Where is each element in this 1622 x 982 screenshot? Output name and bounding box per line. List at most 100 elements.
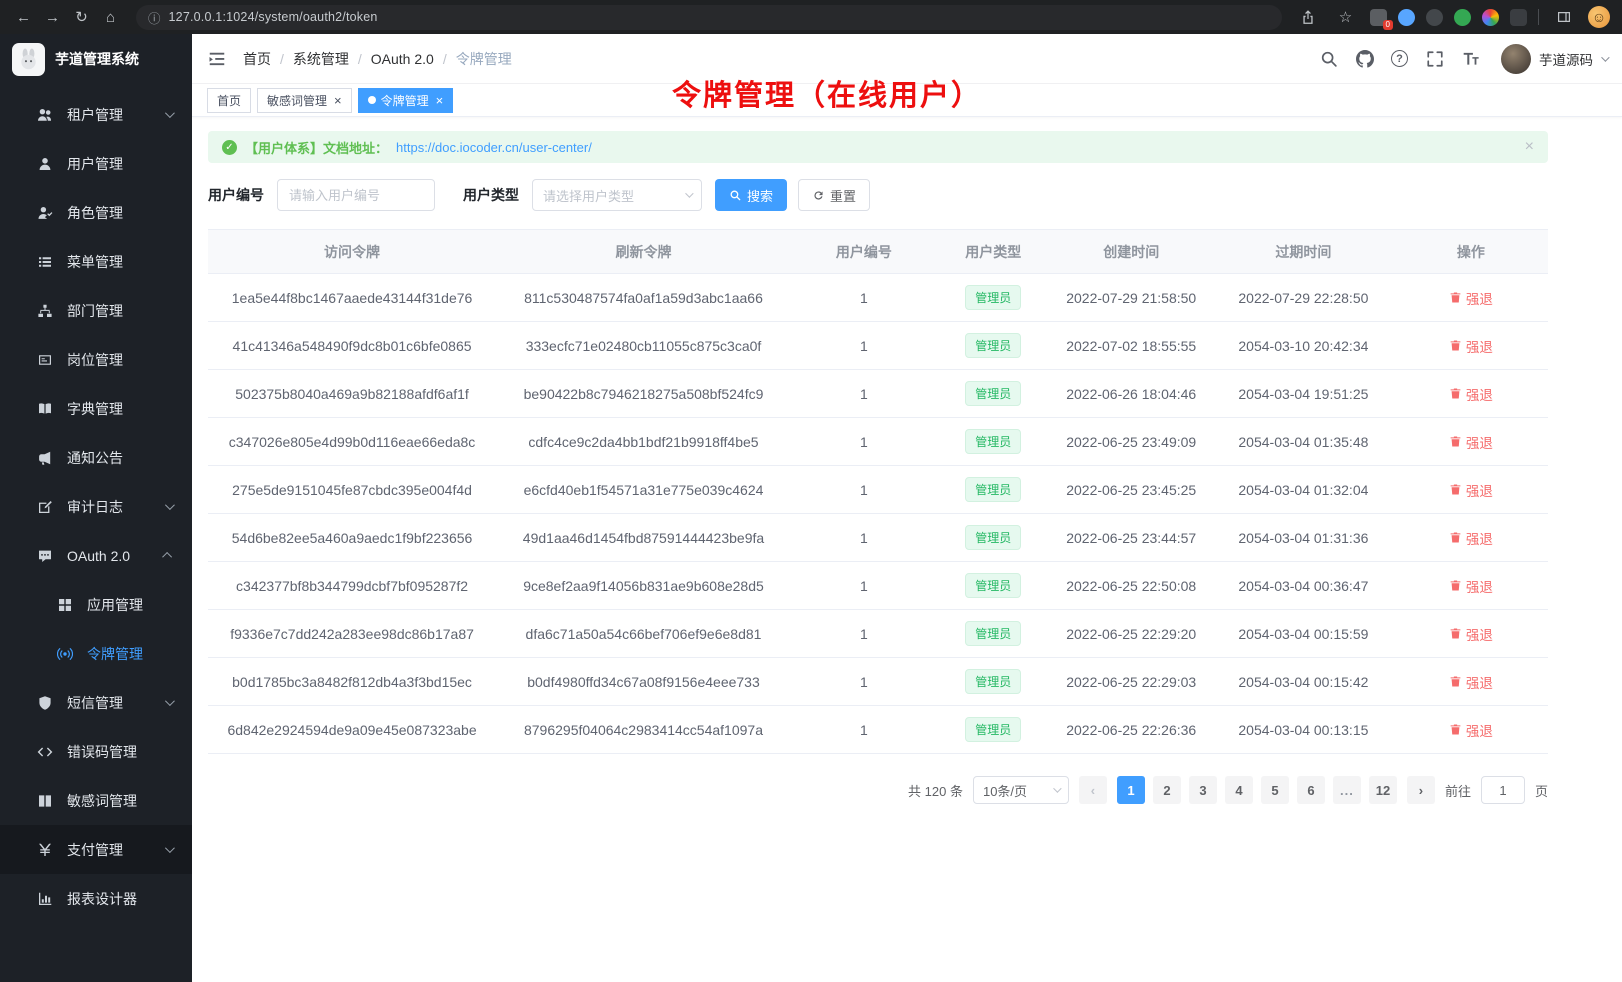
- user-type-select[interactable]: 请选择用户类型: [532, 179, 702, 211]
- goto-label: 前往: [1445, 781, 1471, 800]
- refresh-token-cell: be90422b8c7946218275a508bf524fc9: [496, 386, 791, 402]
- sidebar-item[interactable]: 字典管理: [0, 384, 192, 433]
- sidebar-item[interactable]: 错误码管理: [0, 727, 192, 776]
- close-icon[interactable]: ×: [436, 94, 444, 107]
- force-logout-label: 强退: [1466, 576, 1493, 596]
- create-time-cell: 2022-06-26 18:04:46: [1049, 386, 1212, 402]
- force-logout-button[interactable]: 强退: [1449, 288, 1493, 308]
- sidebar-item[interactable]: 菜单管理: [0, 237, 192, 286]
- sidebar-item[interactable]: 通知公告: [0, 433, 192, 482]
- sidebar-item[interactable]: 支付管理: [0, 825, 192, 874]
- forward-icon[interactable]: →: [39, 4, 66, 30]
- user-type-cell: 管理员: [937, 381, 1050, 406]
- extension-icon[interactable]: [1454, 9, 1471, 26]
- home-icon[interactable]: ⌂: [97, 4, 124, 30]
- screen: ← → ↻ ⌂ ⓘ 127.0.0.1:1024/system/oauth2/t…: [0, 0, 1622, 982]
- hamburger-icon[interactable]: [207, 49, 227, 69]
- font-size-icon[interactable]: [1461, 49, 1480, 68]
- sidebar-item[interactable]: 敏感词管理: [0, 776, 192, 825]
- search-icon[interactable]: [1319, 49, 1338, 68]
- user-type-cell: 管理员: [937, 669, 1050, 694]
- user-id-input[interactable]: [277, 179, 435, 211]
- breadcrumb-item[interactable]: OAuth 2.0 /: [371, 51, 447, 67]
- force-logout-button[interactable]: 强退: [1449, 576, 1493, 596]
- search-button[interactable]: 搜索: [715, 179, 787, 211]
- doc-link[interactable]: https://doc.iocoder.cn/user-center/: [396, 140, 592, 155]
- extension-icon[interactable]: [1398, 9, 1415, 26]
- sidebar-subitem[interactable]: 令牌管理: [0, 629, 192, 678]
- chevron-down-icon: [165, 500, 175, 510]
- access-token-cell: 41c41346a548490f9dc8b01c6bfe0865: [208, 338, 496, 354]
- sidebar-subitem[interactable]: 应用管理: [0, 580, 192, 629]
- close-icon[interactable]: ×: [334, 94, 342, 107]
- page-button[interactable]: 5: [1261, 776, 1289, 804]
- page-button[interactable]: 12: [1369, 776, 1397, 804]
- refresh-token-cell: e6cfd40eb1f54571a31e775e039c4624: [496, 482, 791, 498]
- sidebar-item[interactable]: 用户管理: [0, 139, 192, 188]
- fullscreen-icon[interactable]: [1425, 49, 1444, 68]
- page-button[interactable]: 1: [1117, 776, 1145, 804]
- sidebar-item[interactable]: 岗位管理: [0, 335, 192, 384]
- page-button[interactable]: 6: [1297, 776, 1325, 804]
- force-logout-button[interactable]: 强退: [1449, 432, 1493, 452]
- side-panel-icon[interactable]: [1550, 4, 1577, 30]
- force-logout-button[interactable]: 强退: [1449, 384, 1493, 404]
- prev-page-button[interactable]: ‹: [1079, 776, 1107, 804]
- force-logout-button[interactable]: 强退: [1449, 528, 1493, 548]
- app-logo-row[interactable]: 芋道管理系统: [0, 34, 192, 84]
- tag-tab[interactable]: 敏感词管理 ×: [257, 88, 352, 113]
- force-logout-button[interactable]: 强退: [1449, 672, 1493, 692]
- tag-tab[interactable]: 令牌管理 ×: [358, 88, 454, 113]
- page-button[interactable]: ...: [1333, 776, 1361, 804]
- extension-icon[interactable]: 0: [1370, 9, 1387, 26]
- next-page-button[interactable]: ›: [1407, 776, 1435, 804]
- force-logout-label: 强退: [1466, 480, 1493, 500]
- page-button[interactable]: 3: [1189, 776, 1217, 804]
- tag-tab[interactable]: 首页: [207, 88, 251, 113]
- sidebar-item[interactable]: 租户管理: [0, 90, 192, 139]
- force-logout-label: 强退: [1466, 528, 1493, 548]
- force-logout-button[interactable]: 强退: [1449, 336, 1493, 356]
- sidebar-item-label: 菜单管理: [67, 252, 123, 272]
- page-button[interactable]: 4: [1225, 776, 1253, 804]
- sidebar-item[interactable]: 角色管理: [0, 188, 192, 237]
- reload-icon[interactable]: ↻: [68, 4, 95, 30]
- extension-badge: 0: [1383, 20, 1393, 30]
- help-icon[interactable]: ?: [1391, 50, 1408, 67]
- success-icon: ✓: [222, 140, 237, 155]
- share-icon[interactable]: [1294, 4, 1321, 30]
- breadcrumb-item[interactable]: 系统管理 /: [293, 49, 362, 69]
- extension-icon[interactable]: [1426, 9, 1443, 26]
- user-id-cell: 1: [791, 722, 937, 738]
- close-icon[interactable]: ×: [1525, 138, 1534, 156]
- sidebar-item[interactable]: 审计日志: [0, 482, 192, 531]
- browser-chrome: ← → ↻ ⌂ ⓘ 127.0.0.1:1024/system/oauth2/t…: [0, 0, 1622, 34]
- extension-icon[interactable]: [1482, 9, 1499, 26]
- force-logout-button[interactable]: 强退: [1449, 480, 1493, 500]
- back-icon[interactable]: ←: [10, 4, 37, 30]
- create-time-cell: 2022-06-25 22:50:08: [1049, 578, 1212, 594]
- action-cell: 强退: [1394, 672, 1548, 692]
- extension-icon[interactable]: [1510, 9, 1527, 26]
- page-button[interactable]: 2: [1153, 776, 1181, 804]
- address-bar[interactable]: ⓘ 127.0.0.1:1024/system/oauth2/token: [136, 5, 1282, 30]
- audit-log-icon: [37, 499, 53, 515]
- reset-button[interactable]: 重置: [798, 179, 870, 211]
- browser-profile-avatar[interactable]: ☺: [1588, 6, 1610, 28]
- breadcrumb-item[interactable]: 令牌管理: [456, 49, 512, 69]
- force-logout-button[interactable]: 强退: [1449, 720, 1493, 740]
- bookmark-star-icon[interactable]: ☆: [1332, 4, 1359, 30]
- sidebar-item[interactable]: 部门管理: [0, 286, 192, 335]
- goto-page-input[interactable]: [1481, 776, 1525, 804]
- github-icon[interactable]: [1355, 49, 1374, 68]
- sidebar-item[interactable]: OAuth 2.0: [0, 531, 192, 580]
- page-size-select[interactable]: 10条/页: [973, 776, 1069, 804]
- user-menu[interactable]: 芋道源码: [1501, 44, 1607, 74]
- topbar-actions: ? 芋道源码: [1319, 44, 1607, 74]
- force-logout-button[interactable]: 强退: [1449, 624, 1493, 644]
- create-time-cell: 2022-06-25 23:45:25: [1049, 482, 1212, 498]
- breadcrumb-item[interactable]: 首页 /: [243, 49, 284, 69]
- sidebar-item[interactable]: 短信管理: [0, 678, 192, 727]
- sidebar-item[interactable]: 报表设计器: [0, 874, 192, 923]
- site-info-icon[interactable]: ⓘ: [148, 8, 161, 27]
